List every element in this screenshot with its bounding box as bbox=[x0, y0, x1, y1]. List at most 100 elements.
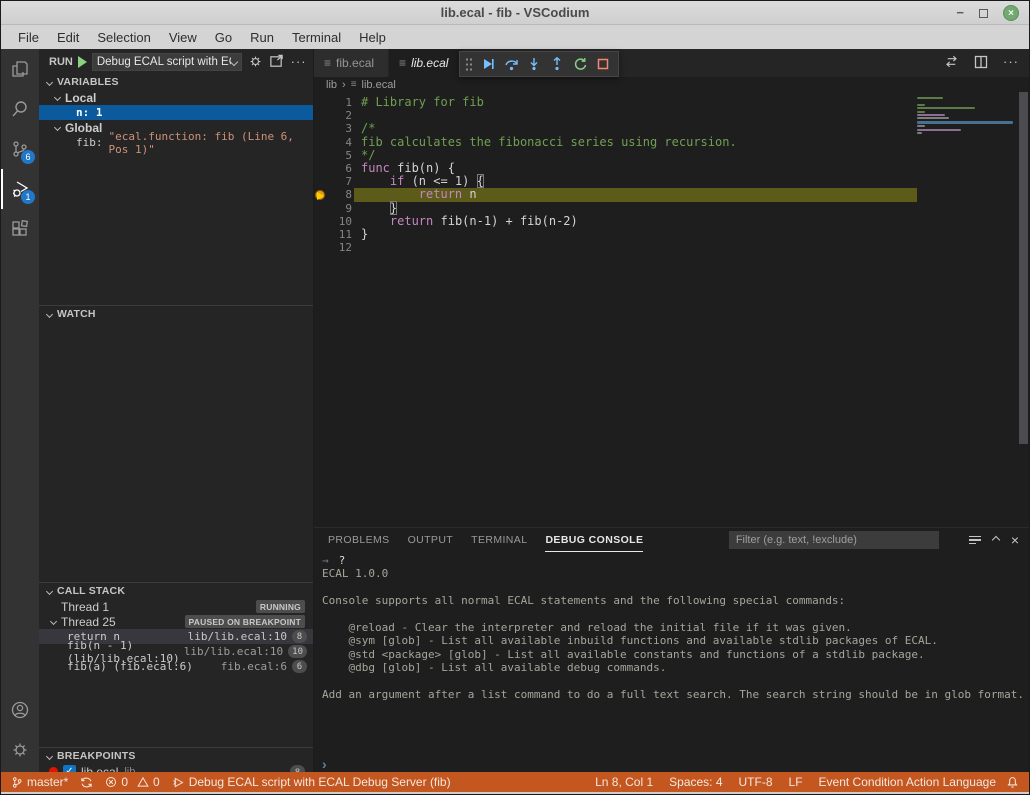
variable-row-fib[interactable]: fib: "ecal.function: fib (Line 6, Pos 1)… bbox=[39, 135, 313, 150]
search-icon[interactable] bbox=[1, 89, 39, 129]
panel-tab-bar: PROBLEMS OUTPUT TERMINAL DEBUG CONSOLE × bbox=[314, 528, 1029, 552]
breakpoints-header[interactable]: BREAKPOINTS bbox=[39, 748, 313, 764]
tab-lib-ecal[interactable]: ≡ lib.ecal bbox=[389, 49, 462, 77]
settings-gear-icon[interactable] bbox=[1, 730, 39, 770]
line-badge: 10 bbox=[288, 645, 307, 658]
variables-scope-local[interactable]: Local bbox=[39, 90, 313, 105]
thread-row-25[interactable]: Thread 25 PAUSED ON BREAKPOINT bbox=[39, 614, 313, 629]
variables-pane: VARIABLES Local n: 1 Global fib: "ecal.f… bbox=[39, 74, 313, 305]
bottom-panel: PROBLEMS OUTPUT TERMINAL DEBUG CONSOLE ×… bbox=[314, 527, 1029, 772]
encoding-status[interactable]: UTF-8 bbox=[739, 775, 773, 789]
console-body-text: ECAL 1.0.0 Console supports all normal E… bbox=[322, 567, 1029, 701]
line-number-gutter[interactable]: 1 2 3 4 5 6 7 8 9 10 11 12 bbox=[330, 96, 352, 254]
thread-row-1[interactable]: Thread 1 RUNNING bbox=[39, 599, 313, 614]
tab-output[interactable]: OUTPUT bbox=[408, 528, 454, 552]
step-over-icon[interactable] bbox=[501, 54, 521, 74]
extensions-icon[interactable] bbox=[1, 209, 39, 249]
file-icon: ≡ bbox=[399, 56, 406, 70]
breadcrumb[interactable]: lib › ≡ lib.ecal bbox=[314, 77, 1029, 92]
source-control-icon[interactable]: 6 bbox=[1, 129, 39, 169]
tab-terminal[interactable]: TERMINAL bbox=[471, 528, 527, 552]
menu-help[interactable]: Help bbox=[350, 27, 395, 48]
step-into-icon[interactable] bbox=[524, 54, 544, 74]
step-out-icon[interactable] bbox=[547, 54, 567, 74]
breakpoint-checkbox[interactable]: ✓ bbox=[63, 765, 76, 772]
maximize-panel-icon[interactable] bbox=[992, 536, 1000, 544]
chevron-down-icon bbox=[54, 94, 61, 101]
sync-status[interactable] bbox=[80, 776, 93, 789]
stack-frame-row[interactable]: fib(a) (fib.ecal:6) fib.ecal:6 6 bbox=[39, 659, 313, 674]
drag-grip-icon[interactable] bbox=[465, 57, 473, 71]
close-panel-icon[interactable]: × bbox=[1011, 535, 1019, 545]
indentation-status[interactable]: Spaces: 4 bbox=[669, 775, 722, 789]
chevron-down-icon bbox=[46, 310, 53, 317]
file-icon: ≡ bbox=[324, 56, 331, 70]
open-changes-icon[interactable] bbox=[944, 54, 959, 69]
breakpoint-line-badge: 8 bbox=[290, 765, 305, 772]
editor-scrollbar[interactable] bbox=[1019, 92, 1028, 444]
editor-group: ≡ fib.ecal ≡ lib.ecal bbox=[314, 49, 1029, 772]
continue-icon[interactable] bbox=[478, 54, 498, 74]
debug-session-status[interactable]: Debug ECAL script with ECAL Debug Server… bbox=[172, 775, 451, 789]
close-icon[interactable]: × bbox=[1003, 5, 1019, 21]
eol-status[interactable]: LF bbox=[789, 775, 803, 789]
problems-status[interactable]: 0 0 bbox=[105, 775, 159, 789]
restore-icon[interactable] bbox=[979, 9, 988, 18]
account-icon[interactable] bbox=[1, 690, 39, 730]
explorer-icon[interactable] bbox=[1, 49, 39, 89]
filter-icon[interactable] bbox=[969, 536, 981, 545]
console-echo-line: → ? bbox=[322, 554, 1029, 567]
tab-problems[interactable]: PROBLEMS bbox=[328, 528, 390, 552]
window-controls: − × bbox=[956, 1, 1019, 25]
branch-status[interactable]: master* bbox=[11, 775, 68, 789]
breakpoint-row[interactable]: ✓ lib.ecal lib 8 bbox=[39, 764, 313, 772]
run-debug-icon[interactable]: 1 bbox=[1, 169, 39, 209]
line-badge: 6 bbox=[292, 660, 307, 673]
debug-toolbar bbox=[459, 51, 619, 77]
console-input-line[interactable]: › bbox=[314, 756, 1029, 772]
console-filter-input[interactable] bbox=[729, 531, 939, 549]
watch-pane: WATCH bbox=[39, 305, 313, 582]
watch-header[interactable]: WATCH bbox=[39, 306, 313, 322]
menu-file[interactable]: File bbox=[9, 27, 48, 48]
window-bottom-edge bbox=[1, 792, 1029, 794]
status-bar: master* 0 0 Debug ECAL script with ECAL … bbox=[1, 772, 1029, 792]
language-mode-status[interactable]: Event Condition Action Language bbox=[819, 775, 996, 789]
minimize-icon[interactable]: − bbox=[956, 8, 964, 18]
restart-icon[interactable] bbox=[570, 54, 590, 74]
more-actions-icon[interactable]: ··· bbox=[1003, 58, 1019, 66]
tab-fib-ecal[interactable]: ≡ fib.ecal bbox=[314, 49, 389, 77]
variable-row-n[interactable]: n: 1 bbox=[39, 105, 313, 120]
menu-run[interactable]: Run bbox=[241, 27, 283, 48]
menu-terminal[interactable]: Terminal bbox=[283, 27, 350, 48]
minimap[interactable] bbox=[917, 97, 1013, 135]
debug-config-dropdown[interactable]: Debug ECAL script with ECAL D bbox=[92, 53, 242, 71]
stop-icon[interactable] bbox=[593, 54, 613, 74]
more-actions-icon[interactable]: ··· bbox=[290, 58, 307, 66]
variables-header[interactable]: VARIABLES bbox=[39, 74, 313, 90]
tab-debug-console[interactable]: DEBUG CONSOLE bbox=[545, 528, 643, 552]
chevron-right-icon: › bbox=[322, 758, 327, 770]
breakpoint-current-line-icon[interactable] bbox=[314, 188, 327, 201]
activity-bar: 6 1 bbox=[1, 49, 39, 772]
menu-go[interactable]: Go bbox=[206, 27, 241, 48]
chevron-down-icon bbox=[50, 618, 57, 625]
chevron-down-icon bbox=[46, 587, 53, 594]
menu-edit[interactable]: Edit bbox=[48, 27, 88, 48]
start-debug-icon[interactable] bbox=[78, 56, 87, 68]
code-editor[interactable]: 1 2 3 4 5 6 7 8 9 10 11 12 # Library for… bbox=[314, 92, 1029, 527]
split-editor-icon[interactable] bbox=[974, 55, 988, 69]
code-lines: # Library for fib /* fib calculates the … bbox=[361, 96, 909, 254]
debug-sidebar: RUN Debug ECAL script with ECAL D bbox=[39, 49, 314, 772]
call-stack-header[interactable]: CALL STACK bbox=[39, 583, 313, 599]
debug-run-bar: RUN Debug ECAL script with ECAL D bbox=[39, 49, 313, 74]
stack-frame-row[interactable]: fib(n - 1) (lib/lib.ecal:10) lib/lib.eca… bbox=[39, 644, 313, 659]
chevron-down-icon bbox=[46, 78, 53, 85]
notifications-bell-icon[interactable] bbox=[1006, 776, 1019, 789]
debug-settings-gear-icon[interactable] bbox=[247, 54, 264, 69]
menu-selection[interactable]: Selection bbox=[88, 27, 159, 48]
menu-view[interactable]: View bbox=[160, 27, 206, 48]
debug-console-open-icon[interactable] bbox=[269, 54, 286, 69]
call-stack-pane: CALL STACK Thread 1 RUNNING Thread 25 PA… bbox=[39, 582, 313, 747]
cursor-position-status[interactable]: Ln 8, Col 1 bbox=[595, 775, 653, 789]
